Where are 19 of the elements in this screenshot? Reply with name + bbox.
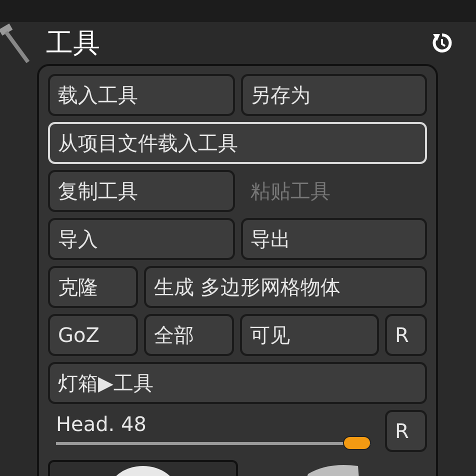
tool-button[interactable]: 载入工具 bbox=[48, 74, 234, 116]
tool-button[interactable]: 导出 bbox=[240, 218, 427, 260]
tool-button[interactable]: 从项目文件载入工具 bbox=[48, 122, 427, 164]
tool-button[interactable]: 灯箱▶工具 bbox=[48, 362, 427, 404]
tool-button[interactable]: GoZ bbox=[48, 314, 138, 356]
reset-icon[interactable] bbox=[430, 31, 454, 55]
tool-button[interactable]: 导入 bbox=[48, 218, 234, 260]
tool-button[interactable]: 克隆 bbox=[48, 266, 138, 308]
tool-button[interactable]: 全部 bbox=[144, 314, 234, 356]
tool-button[interactable]: 生成 多边形网格物体 bbox=[144, 266, 427, 308]
slider-thumb[interactable] bbox=[343, 436, 371, 450]
reset-button[interactable]: R bbox=[385, 410, 427, 452]
tool-button[interactable]: 复制工具 bbox=[48, 170, 234, 212]
tool-button[interactable]: 可见 bbox=[240, 314, 379, 356]
slider-label: Head. 48 bbox=[56, 412, 148, 436]
hammer-icon bbox=[0, 22, 30, 64]
window-title: 工具 bbox=[46, 27, 101, 61]
tool-button[interactable]: R bbox=[385, 314, 427, 356]
tool-button[interactable]: 另存为 bbox=[240, 74, 427, 116]
